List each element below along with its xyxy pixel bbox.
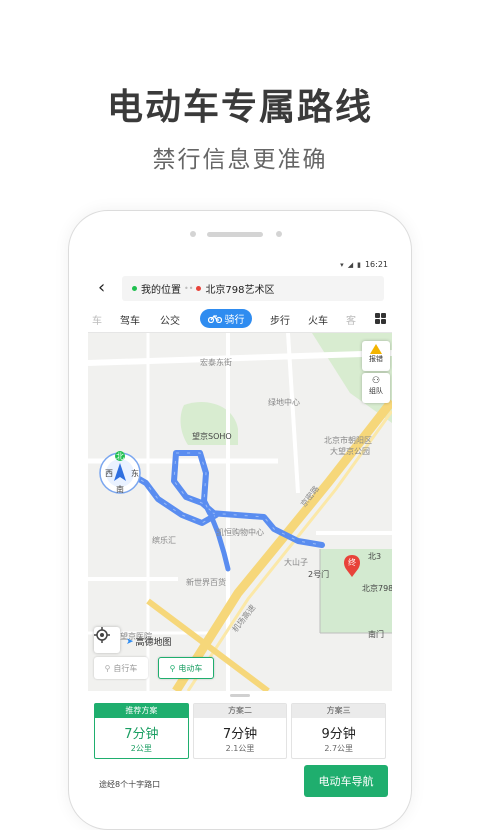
battery-icon: ▮ xyxy=(357,260,361,269)
more-modes-grid-icon[interactable] xyxy=(375,313,386,324)
route-map[interactable]: 宏泰东街 绿地中心 望京SOHO 北京市朝阳区 大望京公园 京密路 凯恒购物中心… xyxy=(88,333,392,691)
promo-headline: 电动车专属路线 xyxy=(106,87,373,128)
compass-west: 西 xyxy=(105,469,113,478)
wifi-icon: ▾ xyxy=(340,260,344,269)
plan-distance: 2.7公里 xyxy=(324,744,354,753)
compass-east: 东 xyxy=(131,469,139,478)
locate-me-button[interactable] xyxy=(94,627,120,653)
tab-train[interactable]: 火车 xyxy=(308,312,328,327)
start-dot-icon xyxy=(132,286,137,291)
tab-bike-label: 骑行 xyxy=(224,315,245,326)
sheet-drag-handle[interactable] xyxy=(230,694,250,697)
map-label-dawangjing: 大望京公园 xyxy=(330,447,370,456)
report-error-label: 报错 xyxy=(369,355,383,363)
route-input-box[interactable]: 我的位置 •• 北京798艺术区 xyxy=(122,276,384,301)
team-button[interactable]: ⚇ 组队 xyxy=(362,373,390,403)
amap-logo-icon: ➤ xyxy=(126,636,134,647)
tab-drive[interactable]: 驾车 xyxy=(120,312,140,327)
status-bar: ▾ ◢ ▮ 16:21 xyxy=(88,257,392,272)
route-plan-list: 推荐方案 7分钟 2公里 方案二 7分钟 2.1公里 方案三 9分钟 2.7公里 xyxy=(94,703,387,759)
plan-time: 7分钟 xyxy=(222,727,258,742)
tab-walk[interactable]: 步行 xyxy=(270,312,290,327)
route-plans-sheet: 推荐方案 7分钟 2公里 方案二 7分钟 2.1公里 方案三 9分钟 2.7公里… xyxy=(88,691,392,800)
map-label-798: 北京798 xyxy=(362,584,392,593)
route-plan-card[interactable]: 推荐方案 7分钟 2公里 xyxy=(94,703,189,759)
map-label-kaile: 缤乐汇 xyxy=(152,536,176,545)
plan-distance: 2.1公里 xyxy=(225,744,255,753)
team-label: 组队 xyxy=(369,387,383,395)
map-label-hongtai: 宏泰东街 xyxy=(200,358,232,367)
team-icon: ⚇ xyxy=(371,376,381,386)
back-arrow-icon[interactable]: ‹ xyxy=(98,277,105,298)
map-label-wangjing-soho: 望京SOHO xyxy=(192,432,232,441)
route-plan-card[interactable]: 方案三 9分钟 2.7公里 xyxy=(291,703,387,759)
map-label-gate2: 2号门 xyxy=(308,570,330,579)
plan-time: 9分钟 xyxy=(321,727,356,742)
route-from[interactable]: 我的位置 xyxy=(141,281,181,296)
map-label-lvdi: 绿地中心 xyxy=(268,398,300,407)
travel-mode-tabs: 车 驾车 公交 骑行 步行 火车 客 xyxy=(88,305,392,333)
vehicle-bike-label: 自行车 xyxy=(113,663,138,673)
tab-bike[interactable]: 骑行 xyxy=(200,309,252,328)
end-dot-icon xyxy=(196,286,202,291)
phone-speaker xyxy=(207,232,263,237)
vehicle-bike-button[interactable]: ⚲ 自行车 xyxy=(94,657,148,679)
status-time: 16:21 xyxy=(364,260,388,269)
route-topbar: ‹ 我的位置 •• 北京798艺术区 xyxy=(88,272,392,305)
crosshair-icon xyxy=(94,627,110,643)
vehicle-ebike-button[interactable]: ⚲ 电动车 xyxy=(158,657,214,679)
tab-transit[interactable]: 公交 xyxy=(160,312,180,327)
tab-taxi[interactable]: 车 xyxy=(92,312,102,327)
map-label-bei3: 北3 xyxy=(368,552,382,561)
signal-icon: ◢ xyxy=(347,260,354,269)
report-error-button[interactable]: 报错 xyxy=(362,341,390,371)
end-marker-label: 终 xyxy=(348,558,356,567)
plan-title: 方案三 xyxy=(292,704,386,718)
map-label-kaiheng: 凯恒购物中心 xyxy=(216,528,264,537)
map-label-dashanzi: 大山子 xyxy=(284,558,308,567)
compass-south: 南 xyxy=(116,485,124,494)
compass-north: 北 xyxy=(116,452,124,461)
promo-subline: 禁行信息更准确 xyxy=(152,147,328,173)
route-via-info: 途经8个十字路口 xyxy=(99,780,161,789)
start-navigation-button[interactable]: 电动车导航 xyxy=(304,765,388,797)
vehicle-ebike-label: 电动车 xyxy=(178,663,203,673)
route-plan-card[interactable]: 方案二 7分钟 2.1公里 xyxy=(192,703,288,759)
warning-icon xyxy=(370,344,382,354)
plan-title: 方案二 xyxy=(193,704,287,718)
phone-screen: ▾ ◢ ▮ 16:21 ‹ 我的位置 •• 北京798艺术区 车 驾车 公交 骑… xyxy=(88,257,392,800)
tab-coach[interactable]: 客 xyxy=(346,312,356,327)
amap-logo: ➤ 高德地图 xyxy=(126,635,172,649)
phone-camera-dot xyxy=(190,231,196,237)
route-separator-icon: •• xyxy=(184,284,194,293)
amap-logo-text: 高德地图 xyxy=(135,638,172,648)
plan-distance: 2公里 xyxy=(130,744,152,753)
plan-time: 7分钟 xyxy=(124,727,159,742)
bicycle-icon: ⚲ xyxy=(104,663,111,673)
plan-title: 推荐方案 xyxy=(95,704,188,718)
phone-sensor-dot xyxy=(276,231,282,237)
map-label-beijing-chaoyang: 北京市朝阳区 xyxy=(324,436,372,445)
route-to[interactable]: 北京798艺术区 xyxy=(205,281,274,296)
scooter-icon: ⚲ xyxy=(169,663,176,673)
bicycle-icon xyxy=(207,315,222,323)
map-label-xinshijie: 新世界百货 xyxy=(186,578,226,587)
map-label-nanmen: 南门 xyxy=(368,630,384,639)
